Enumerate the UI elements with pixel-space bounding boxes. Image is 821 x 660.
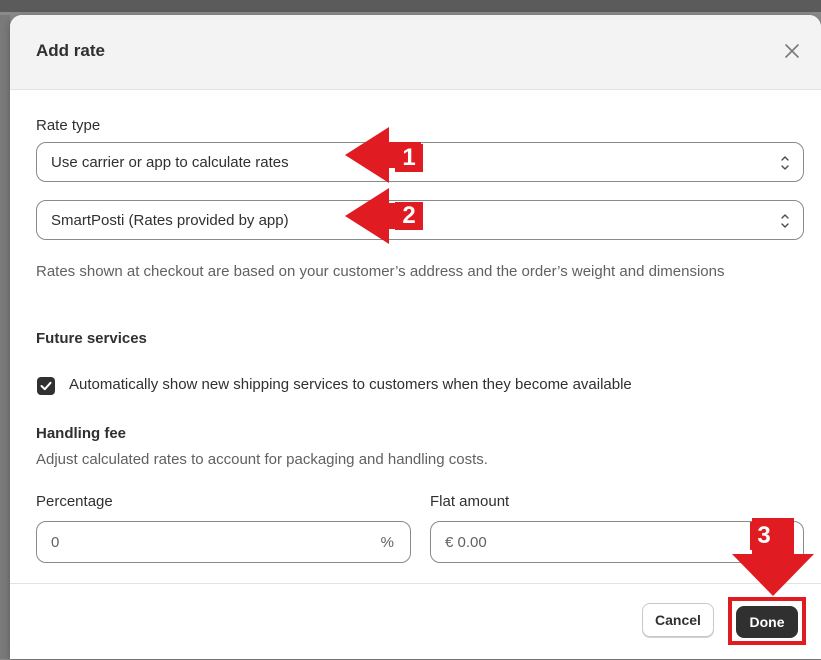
step-badge-1: 1 [395, 144, 423, 172]
flat-amount-value: € 0.00 [445, 534, 487, 551]
select-chevron-icon [781, 214, 789, 228]
page-backdrop [0, 0, 821, 12]
auto-show-services-label[interactable]: Automatically show new shipping services… [69, 376, 632, 393]
close-icon[interactable] [780, 39, 804, 63]
rate-method-value: Use carrier or app to calculate rates [51, 154, 289, 171]
rate-type-label: Rate type [36, 117, 101, 134]
percentage-input[interactable]: 0 % [36, 521, 411, 563]
percentage-label: Percentage [36, 493, 113, 510]
checkmark-icon [40, 381, 52, 391]
page-backdrop-left [0, 15, 10, 659]
percentage-value: 0 [51, 534, 60, 551]
rate-type-help-text: Rates shown at checkout are based on you… [36, 263, 725, 280]
handling-fee-heading: Handling fee [36, 425, 127, 442]
percentage-suffix: % [380, 534, 394, 551]
carrier-service-value: SmartPosti (Rates provided by app) [51, 212, 289, 229]
select-chevron-icon [781, 156, 789, 170]
handling-fee-help-text: Adjust calculated rates to account for p… [36, 451, 488, 468]
step-badge-2: 2 [395, 202, 423, 230]
future-services-heading: Future services [36, 330, 147, 347]
modal-header: Add rate [10, 15, 821, 90]
add-rate-modal: Add rate Rate type Use carrier or app to… [10, 15, 821, 659]
modal-title: Add rate [36, 41, 105, 60]
step-badge-3: 3 [750, 522, 778, 550]
cancel-button[interactable]: Cancel [642, 603, 714, 637]
auto-show-services-checkbox[interactable] [37, 377, 55, 395]
done-highlight-box [728, 597, 806, 645]
flat-amount-label: Flat amount [430, 493, 510, 510]
